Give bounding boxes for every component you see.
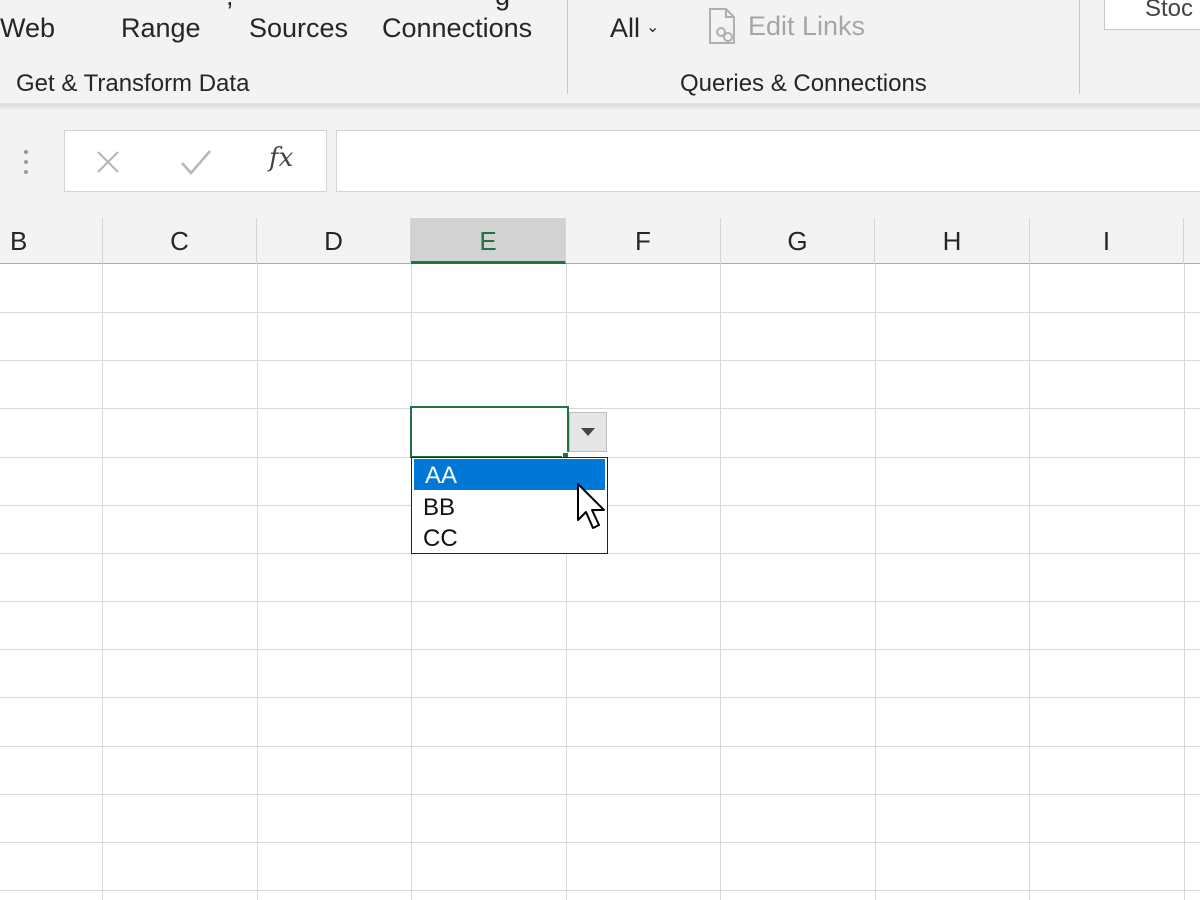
gridline (0, 601, 1200, 602)
gridline (0, 697, 1200, 698)
existing-connections-button[interactable]: Connections (382, 10, 532, 46)
validation-dropdown-button[interactable] (569, 412, 607, 452)
gridline (0, 842, 1200, 843)
refresh-all-button[interactable]: All ⌄ (610, 10, 659, 46)
formula-bar-grip-icon[interactable] (22, 150, 30, 180)
insert-function-icon[interactable]: fx (269, 143, 293, 173)
edit-links-icon (709, 8, 735, 44)
enter-icon[interactable] (179, 147, 213, 177)
refresh-all-label: All (610, 13, 641, 43)
chevron-down-icon: ⌄ (646, 19, 660, 36)
gridline (0, 890, 1200, 891)
edit-links-label: Edit Links (748, 11, 866, 41)
group-separator (1079, 0, 1080, 94)
edit-links-button[interactable]: Edit Links (706, 4, 865, 48)
column-header-i[interactable]: I (1030, 218, 1184, 264)
formula-bar: fx (0, 110, 1200, 218)
column-header-f[interactable]: F (566, 218, 721, 264)
column-header-b[interactable]: B (0, 218, 103, 264)
gridline (0, 746, 1200, 747)
gridline (0, 408, 1200, 409)
column-header-c[interactable]: C (103, 218, 257, 264)
group-separator (567, 0, 568, 94)
column-header-d[interactable]: D (257, 218, 411, 264)
formula-input[interactable] (336, 130, 1200, 192)
queries-connections-group-label: Queries & Connections (680, 70, 927, 97)
active-cell-e4[interactable] (410, 406, 569, 458)
data-types-gallery[interactable]: Stoc (1104, 0, 1200, 30)
gridline (0, 360, 1200, 361)
column-header-row: B C D E F G H I (0, 218, 1200, 264)
cancel-icon[interactable] (93, 147, 123, 177)
from-sources-button[interactable]: Sources (249, 10, 348, 46)
mouse-pointer-icon (577, 483, 605, 529)
formula-bar-buttons: fx (64, 130, 327, 192)
column-header-e[interactable]: E (411, 218, 566, 264)
ribbon: , g Web Range Sources Connections Get & … (0, 0, 1200, 104)
gridline (0, 794, 1200, 795)
gridline (0, 649, 1200, 650)
column-header-g[interactable]: G (721, 218, 875, 264)
ribbon-partial-glyph: , (226, 0, 234, 14)
get-transform-group-label: Get & Transform Data (16, 70, 250, 97)
triangle-down-icon (581, 428, 595, 436)
from-range-button[interactable]: Range (121, 10, 201, 46)
column-header-h[interactable]: H (875, 218, 1030, 264)
gridline (0, 312, 1200, 313)
from-web-button[interactable]: Web (0, 10, 55, 46)
